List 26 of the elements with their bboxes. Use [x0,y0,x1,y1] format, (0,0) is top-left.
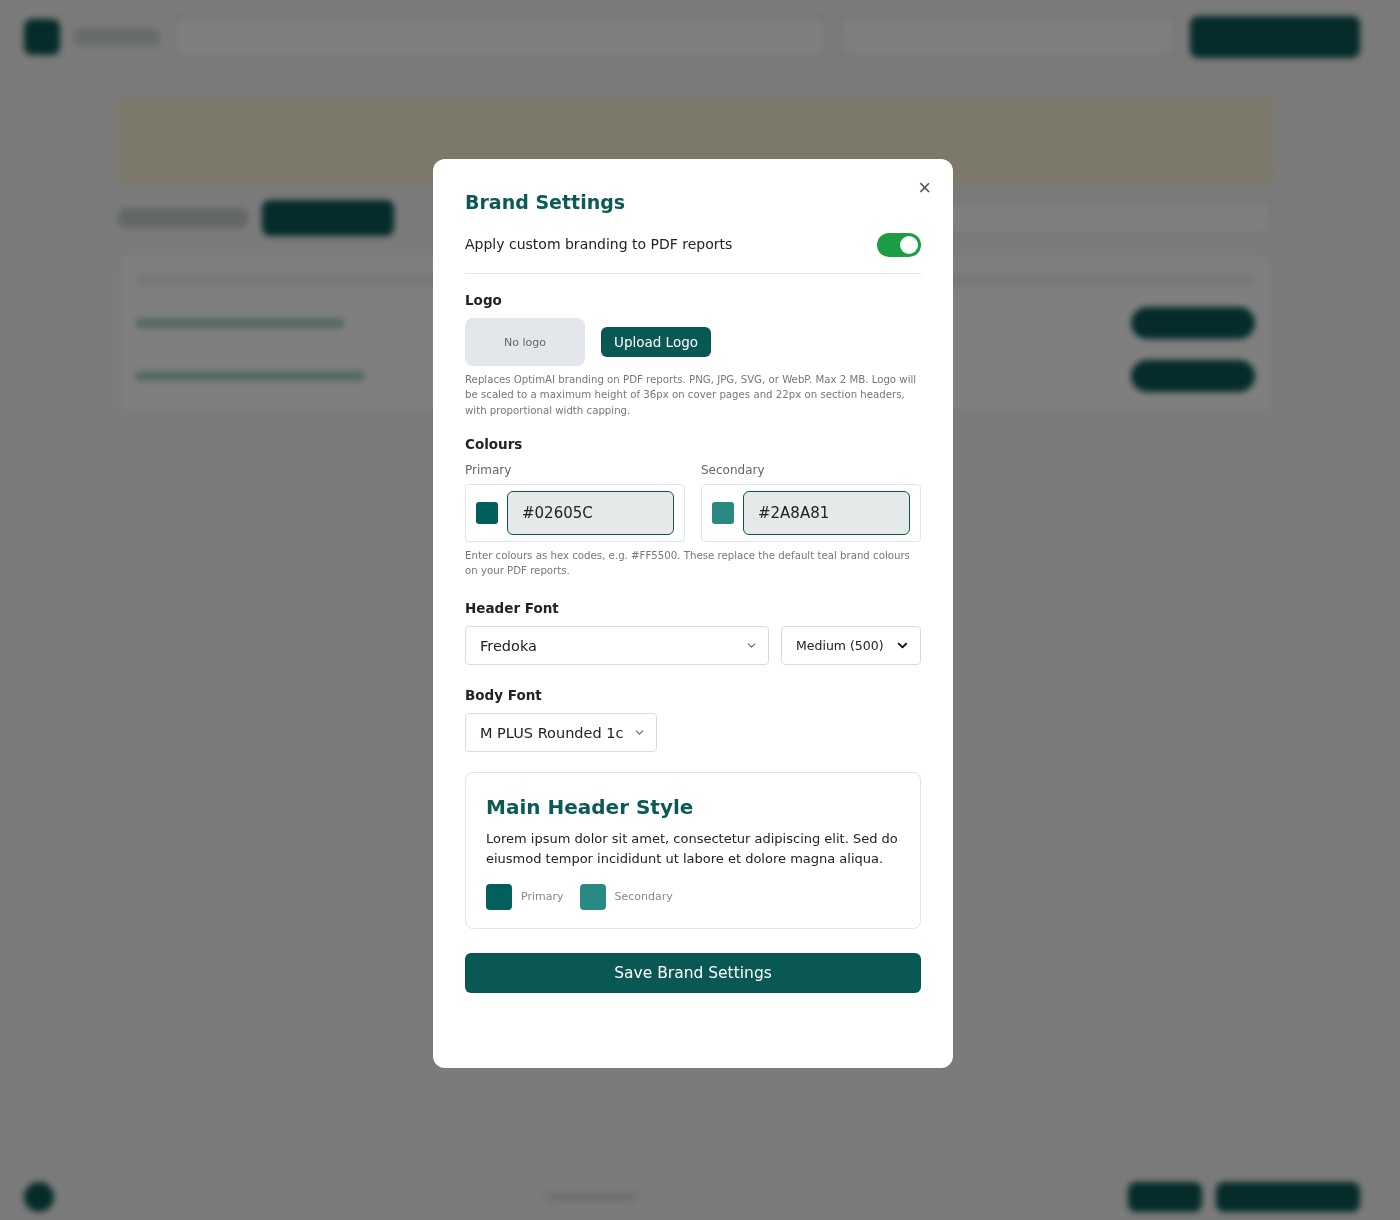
weight-select[interactable]: Medium (500) [781,626,921,666]
field-label: Primary [465,461,513,479]
swatch-label: Primary [521,888,564,905]
preview-title: Main Header Style [486,795,695,820]
font-select[interactable]: M PLUS Rounded 1c [465,713,658,753]
dialog-title: Brand Settings [465,191,627,213]
close-button[interactable]: × [914,175,935,201]
section-heading: Colours [465,435,524,452]
upload-logo-button[interactable]: Upload Logo [601,327,711,357]
logo-preview: No logo [465,318,585,366]
section-heading: Body Font [465,687,543,704]
hex-input-field[interactable]: #02605C [507,490,674,535]
swatch-label: Secondary [614,888,673,905]
save-button[interactable]: Save Brand Settings [465,952,921,993]
colour-swatch[interactable] [476,501,498,524]
section-heading: Logo [465,292,503,308]
field-label: Secondary [701,461,766,479]
help-text: Replaces OptimAI branding on PDF reports. PNG, JPG, SVG, or WebP. Max 2 MB. Logo will be scaled to a maximum height of 36px on cover pages and 22px on section headers, with proportional width capping. [465,373,918,418]
font-select[interactable]: Fredoka [465,626,769,666]
toggle-label: Apply custom branding to PDF reports [465,235,733,255]
colour-swatch[interactable] [712,501,734,524]
preview-body-text: Lorem ipsum dolor sit amet, consectetur adipiscing elit. Sed do eiusmod tempor incididunt ut labore et dolore magna aliqua. [486,830,899,869]
section-heading: Header Font [465,600,560,617]
help-text: Enter colours as hex codes, e.g. #FF5500. These replace the default teal brand colours on your PDF reports. [465,548,911,578]
branding-toggle[interactable] [877,233,921,257]
hex-input-field[interactable]: #2A8A81 [743,490,910,535]
